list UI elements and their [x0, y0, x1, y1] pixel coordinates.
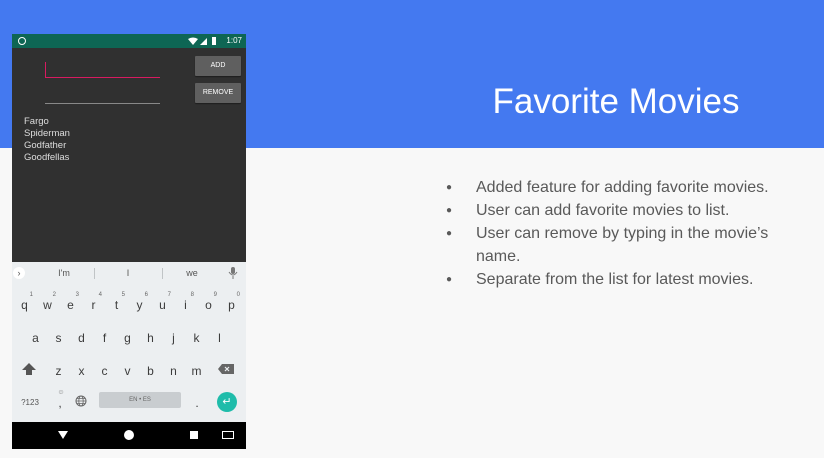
key-j[interactable]: j: [163, 323, 184, 351]
key-g[interactable]: g: [117, 323, 138, 351]
period-key[interactable]: .: [188, 388, 206, 416]
key-l[interactable]: l: [209, 323, 230, 351]
bullet-list: Added feature for adding favorite movies…: [446, 176, 796, 291]
suggestion-strip: › I'm I we: [12, 262, 246, 286]
phone-screenshot: 1:07 ADD REMOVE Fargo Spiderman Godfathe…: [12, 34, 246, 449]
key-h[interactable]: h: [140, 323, 161, 351]
space-bar[interactable]: EN • ES: [99, 392, 181, 408]
notification-icon: [18, 37, 26, 45]
add-button[interactable]: ADD: [195, 56, 241, 76]
key-b[interactable]: b: [140, 356, 161, 384]
key-v[interactable]: v: [117, 356, 138, 384]
comma-key[interactable]: ,: [50, 388, 70, 416]
remove-button[interactable]: REMOVE: [195, 83, 241, 103]
suggestion-1[interactable]: I'm: [34, 268, 94, 278]
status-time: 1:07: [226, 36, 242, 45]
enter-key[interactable]: ↵: [217, 392, 237, 412]
suggestion-3[interactable]: we: [162, 268, 222, 278]
bullet-item: User can add favorite movies to list.: [446, 199, 796, 222]
bullet-item: User can remove by typing in the movie’s…: [446, 222, 796, 268]
key-e[interactable]: 3e: [60, 290, 81, 318]
shift-icon[interactable]: [22, 363, 36, 375]
list-item: Goodfellas: [24, 152, 70, 163]
key-z[interactable]: z: [48, 356, 69, 384]
key-f[interactable]: f: [94, 323, 115, 351]
key-o[interactable]: 9o: [198, 290, 219, 318]
soft-keyboard: › I'm I we 1q 2w 3e 4r 5t 6y 7u 8i 9o 0p…: [12, 262, 246, 422]
list-item: Fargo: [24, 116, 49, 127]
status-bar: 1:07: [12, 34, 246, 48]
key-c[interactable]: c: [94, 356, 115, 384]
keyboard-switch-icon[interactable]: [222, 431, 234, 439]
recents-icon[interactable]: [190, 431, 198, 439]
list-item: Godfather: [24, 140, 67, 151]
home-icon[interactable]: [124, 430, 134, 440]
enter-icon: ↵: [222, 396, 232, 408]
chevron-right-icon[interactable]: ›: [13, 267, 25, 279]
slide-title: Favorite Movies: [492, 82, 740, 121]
suggestion-2[interactable]: I: [98, 268, 158, 278]
key-t[interactable]: 5t: [106, 290, 127, 318]
key-m[interactable]: m: [186, 356, 207, 384]
favorite-movies-list: Fargo Spiderman Godfather Goodfellas: [24, 116, 70, 164]
bullet-item: Added feature for adding favorite movies…: [446, 176, 796, 199]
app-screen: ADD REMOVE Fargo Spiderman Godfather Goo…: [12, 48, 246, 262]
microphone-icon[interactable]: [228, 267, 238, 279]
symbols-key[interactable]: ?123: [16, 388, 44, 416]
battery-icon: [212, 37, 216, 45]
list-item: Spiderman: [24, 128, 70, 139]
remove-movie-input[interactable]: [45, 90, 160, 104]
add-movie-input[interactable]: [45, 62, 160, 78]
status-icons: [188, 37, 216, 45]
divider: [94, 268, 95, 279]
key-q[interactable]: 1q: [14, 290, 35, 318]
key-d[interactable]: d: [71, 323, 92, 351]
key-k[interactable]: k: [186, 323, 207, 351]
back-icon[interactable]: [58, 431, 68, 439]
wifi-icon: [188, 37, 198, 45]
backspace-icon[interactable]: [218, 364, 234, 374]
key-x[interactable]: x: [71, 356, 92, 384]
signal-icon: [200, 38, 207, 45]
key-y[interactable]: 6y: [129, 290, 150, 318]
key-n[interactable]: n: [163, 356, 184, 384]
globe-icon[interactable]: [75, 395, 87, 407]
key-p[interactable]: 0p: [221, 290, 242, 318]
bullet-item: Separate from the list for latest movies…: [446, 268, 796, 291]
key-r[interactable]: 4r: [83, 290, 104, 318]
key-a[interactable]: a: [25, 323, 46, 351]
key-u[interactable]: 7u: [152, 290, 173, 318]
key-s[interactable]: s: [48, 323, 69, 351]
key-i[interactable]: 8i: [175, 290, 196, 318]
key-w[interactable]: 2w: [37, 290, 58, 318]
navigation-bar: [12, 422, 246, 449]
